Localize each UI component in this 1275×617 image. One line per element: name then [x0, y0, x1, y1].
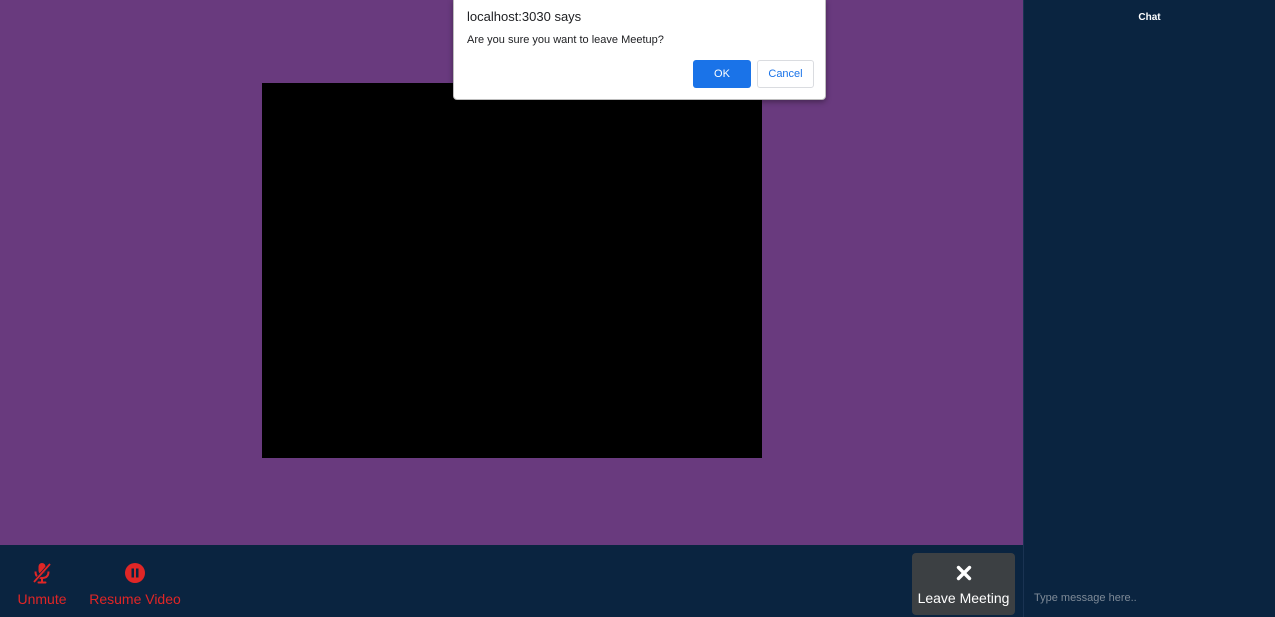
close-icon	[956, 561, 972, 585]
chat-panel: Chat	[1023, 0, 1275, 617]
leave-meeting-label: Leave Meeting	[917, 590, 1010, 606]
resume-video-button[interactable]: Resume Video	[89, 545, 181, 617]
unmute-label: Unmute	[17, 591, 67, 607]
leave-meeting-button[interactable]: Leave Meeting	[912, 553, 1015, 615]
resume-video-label: Resume Video	[89, 591, 181, 607]
pause-circle-icon	[124, 562, 146, 584]
controls-bar: Unmute Resume Video Leave Meeting	[0, 545, 1023, 617]
chat-title: Chat	[1138, 12, 1161, 23]
video-frame	[262, 83, 762, 458]
microphone-off-icon	[32, 562, 52, 584]
leave-confirm-dialog: localhost:3030 says Are you sure you wan…	[453, 0, 826, 100]
cancel-button[interactable]: Cancel	[757, 60, 814, 88]
unmute-button[interactable]: Unmute	[17, 545, 67, 617]
dialog-message: Are you sure you want to leave Meetup?	[467, 34, 664, 46]
ok-button[interactable]: OK	[693, 60, 751, 88]
chat-message-input[interactable]	[1034, 589, 1264, 607]
dialog-title: localhost:3030 says	[467, 9, 582, 24]
